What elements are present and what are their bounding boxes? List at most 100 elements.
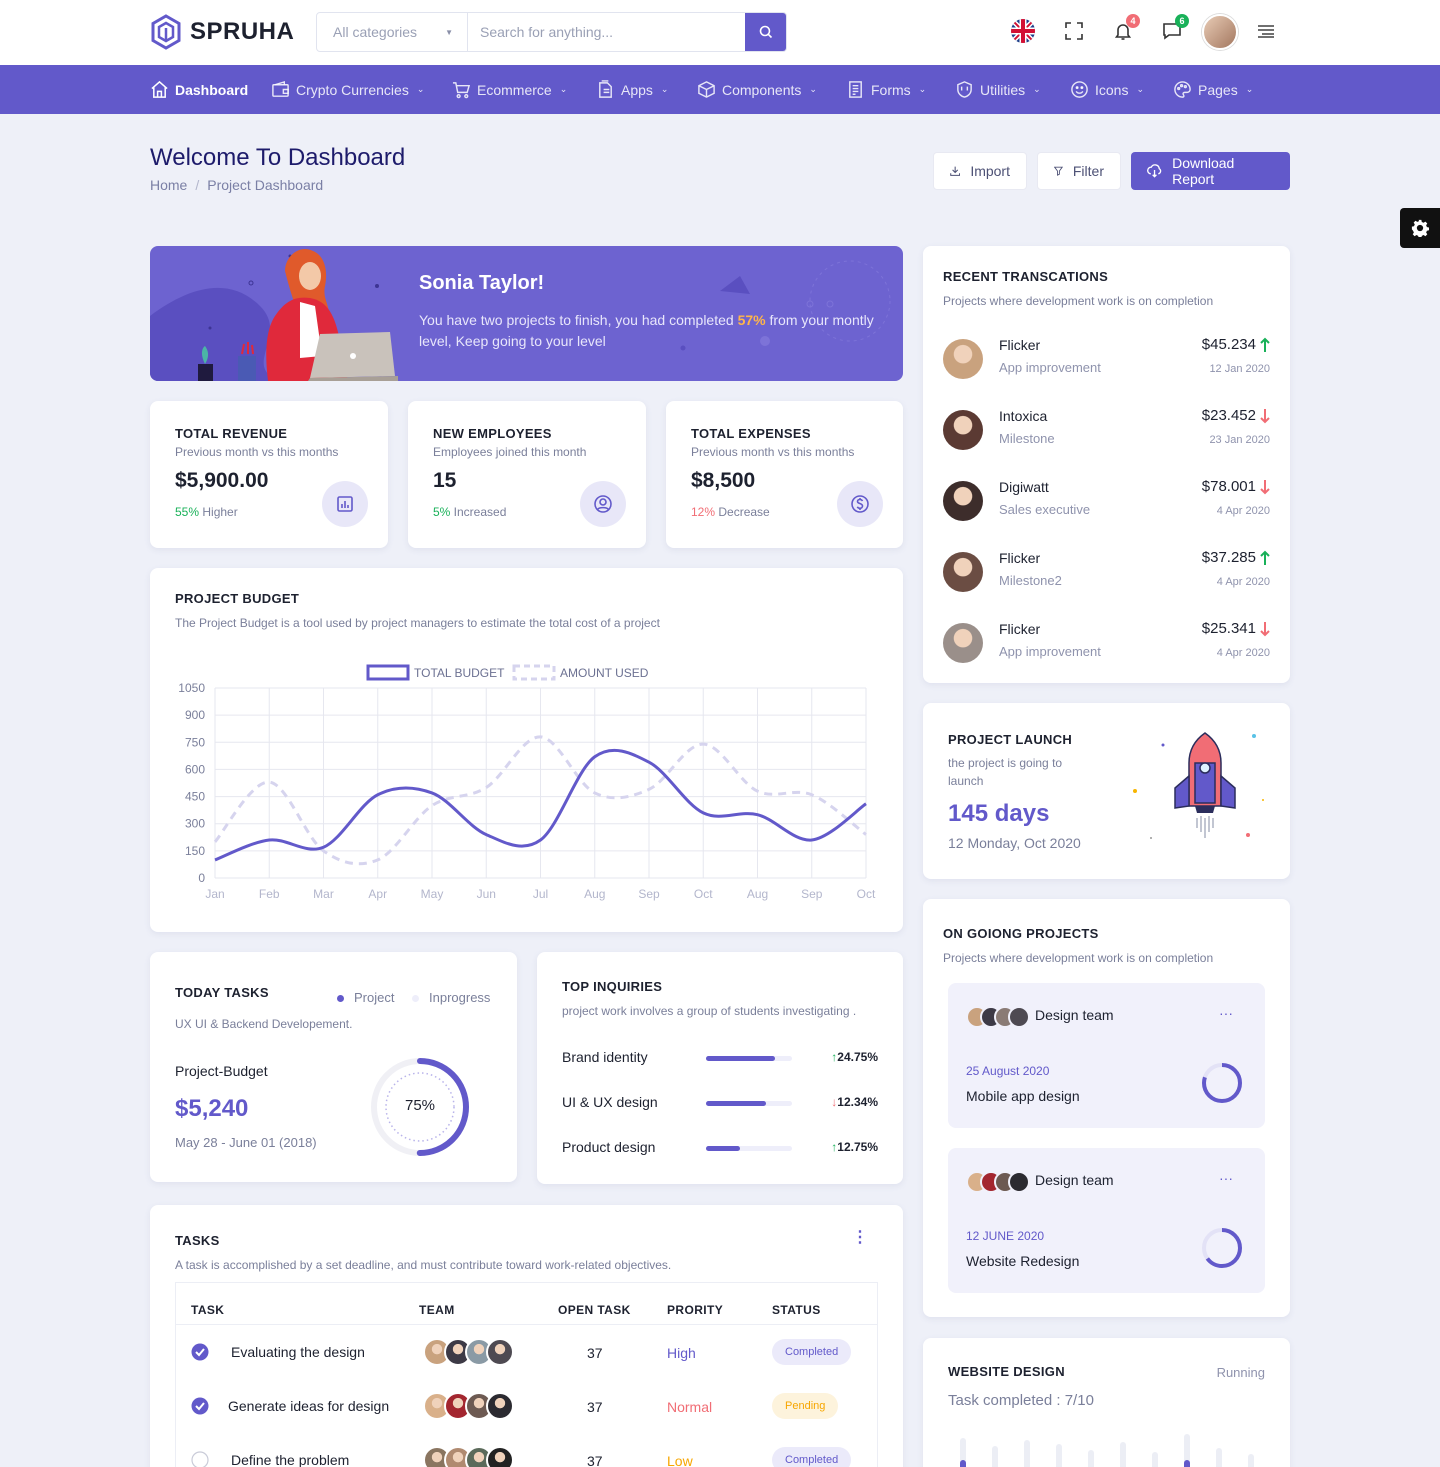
task-name: Evaluating the design <box>231 1344 365 1360</box>
import-button[interactable]: Import <box>933 152 1027 190</box>
x-tick-label: Jul <box>533 887 548 901</box>
tasks-subtitle: A task is accomplished by a set deadline… <box>175 1258 672 1272</box>
task-checkbox[interactable] <box>191 1451 209 1467</box>
nav-item-utilities[interactable]: Utilities ⌄ <box>955 65 1041 114</box>
nav-item-components[interactable]: Components ⌄ <box>697 65 817 114</box>
y-tick-label: 750 <box>185 735 205 749</box>
nav-item-label: Components <box>722 81 802 98</box>
project-name: Mobile app design <box>966 1088 1080 1104</box>
checked-circle-icon[interactable] <box>191 1397 209 1415</box>
transaction-role: Milestone2 <box>999 573 1062 588</box>
notifications-button[interactable]: 4 <box>1108 14 1140 46</box>
transaction-date: 12 Jan 2020 <box>1209 363 1270 375</box>
transaction-name: Flicker <box>999 550 1041 566</box>
x-tick-label: Aug <box>747 887 768 901</box>
task-checkbox[interactable] <box>191 1343 209 1366</box>
settings-tab[interactable] <box>1400 208 1440 248</box>
inquiry-pct: 12.75% <box>837 1140 878 1154</box>
nav-item-icons[interactable]: Icons ⌄ <box>1070 65 1144 114</box>
project-launch-card: PROJECT LAUNCH the project is going to l… <box>923 703 1290 879</box>
inquiry-progress-fill <box>706 1056 775 1061</box>
filter-button[interactable]: Filter <box>1037 152 1121 190</box>
transaction-row[interactable]: Flicker App improvement $25.341 4 Apr 2020 <box>943 615 1270 671</box>
welcome-highlight: 57% <box>737 312 766 328</box>
project-item[interactable]: Design team ··· 12 JUNE 2020 Website Red… <box>948 1148 1265 1293</box>
stat-title: TOTAL EXPENSES <box>691 426 811 441</box>
more-icon[interactable]: ··· <box>1219 1005 1233 1021</box>
transaction-date: 4 Apr 2020 <box>1216 647 1270 659</box>
transaction-row[interactable]: Flicker Milestone2 $37.285 4 Apr 2020 <box>943 544 1270 600</box>
download-report-label: Download Report <box>1172 155 1235 187</box>
transaction-row[interactable]: Intoxica Milestone $23.452 23 Jan 2020 <box>943 402 1270 458</box>
language-flag-button[interactable] <box>1008 16 1038 46</box>
transaction-name: Flicker <box>999 621 1041 637</box>
stat-change: 55% Higher <box>175 505 238 519</box>
arrow-down-icon <box>1260 479 1270 494</box>
project-progress-ring <box>1202 1063 1242 1103</box>
search-input[interactable] <box>468 13 745 51</box>
fullscreen-icon <box>1065 22 1083 40</box>
transaction-amount-wrap: $23.452 <box>1202 407 1270 424</box>
website-design-bars <box>960 1434 1254 1467</box>
legend-project: Project <box>337 990 394 1005</box>
task-name: Generate ideas for design <box>228 1398 390 1414</box>
y-tick-label: 600 <box>185 762 205 776</box>
column-header: PRORITY <box>667 1303 724 1317</box>
download-icon <box>950 166 961 176</box>
column-header: TASK <box>191 1303 225 1317</box>
arrow-up-icon <box>1260 550 1270 565</box>
inquiry-progress-fill <box>706 1101 767 1106</box>
avatar <box>486 1338 514 1366</box>
fullscreen-button[interactable] <box>1059 16 1089 46</box>
chart-icon <box>337 496 353 512</box>
today-tasks-card: TODAY TASKS Project Inprogress UX UI & B… <box>150 952 517 1182</box>
task-priority: Low <box>667 1453 693 1467</box>
nav-item-label: Utilities <box>980 81 1026 98</box>
budget-label: Project-Budget <box>175 1063 268 1079</box>
transaction-row[interactable]: Digiwatt Sales executive $78.001 4 Apr 2020 <box>943 473 1270 529</box>
chevron-down-icon: ⌄ <box>1033 84 1041 94</box>
kebab-menu-icon[interactable]: ⋮ <box>852 1230 868 1246</box>
brand-logo[interactable]: SPRUHA <box>150 14 294 50</box>
messages-button[interactable]: 6 <box>1157 14 1189 46</box>
unchecked-circle-icon[interactable] <box>191 1451 209 1467</box>
y-tick-label: 900 <box>185 708 205 722</box>
nav-item-forms[interactable]: Forms ⌄ <box>846 65 926 114</box>
budget-range: May 28 - June 01 (2018) <box>175 1135 317 1150</box>
recent-transactions-card: RECENT TRANSCATIONS Projects where devel… <box>923 246 1290 683</box>
user-avatar[interactable] <box>1202 14 1238 50</box>
task-checkbox[interactable] <box>191 1397 209 1420</box>
nav-item-dashboard[interactable]: Dashboard <box>150 65 248 114</box>
breadcrumb-home[interactable]: Home <box>150 177 187 193</box>
budget-line-chart: 0 150 300 450 600 750 900 1050 Jan Feb Mar Apr May Ju… <box>178 664 876 901</box>
chevron-down-icon: ⌄ <box>1245 84 1254 94</box>
legend-swatch <box>366 664 410 681</box>
nav-item-crypto[interactable]: Crypto Currencies ⌄ <box>271 65 424 114</box>
open-task-count: 37 <box>587 1399 603 1415</box>
download-report-button[interactable]: Download Report <box>1131 152 1290 190</box>
transaction-row[interactable]: Flicker App improvement $45.234 12 Jan 2020 <box>943 331 1270 387</box>
x-tick-label: May <box>421 887 444 901</box>
stat-subtitle: Previous month vs this months <box>691 445 855 459</box>
search-button[interactable] <box>745 13 786 51</box>
nav-item-apps[interactable]: Apps ⌄ <box>596 65 668 114</box>
project-date: 12 JUNE 2020 <box>966 1229 1045 1243</box>
more-icon[interactable]: ··· <box>1219 1170 1233 1186</box>
nav-item-pages[interactable]: Pages ⌄ <box>1173 65 1253 114</box>
stat-subtitle: Employees joined this month <box>433 445 587 459</box>
transaction-name: Intoxica <box>999 408 1048 424</box>
team-avatars <box>423 1446 514 1467</box>
table-row: Generate ideas for design 37 Normal Pending <box>176 1379 879 1433</box>
stat-card-revenue: TOTAL REVENUE Previous month vs this mon… <box>150 401 388 548</box>
x-tick-label: Feb <box>259 887 280 901</box>
stat-change-label: Decrease <box>715 505 770 519</box>
checked-circle-icon[interactable] <box>191 1343 209 1361</box>
nav-item-ecommerce[interactable]: Ecommerce ⌄ <box>452 65 567 114</box>
category-select[interactable]: All categories ▼ <box>317 13 468 51</box>
today-tasks-subtitle: UX UI & Backend Developement. <box>175 1017 353 1031</box>
project-date: 25 August 2020 <box>966 1064 1050 1078</box>
project-item[interactable]: Design team ··· 25 August 2020 Mobile ap… <box>948 983 1265 1128</box>
menu-toggle-button[interactable] <box>1251 16 1281 46</box>
launch-subtitle: the project is going to launch <box>948 756 1063 788</box>
transaction-amount-wrap: $25.341 <box>1202 620 1270 637</box>
